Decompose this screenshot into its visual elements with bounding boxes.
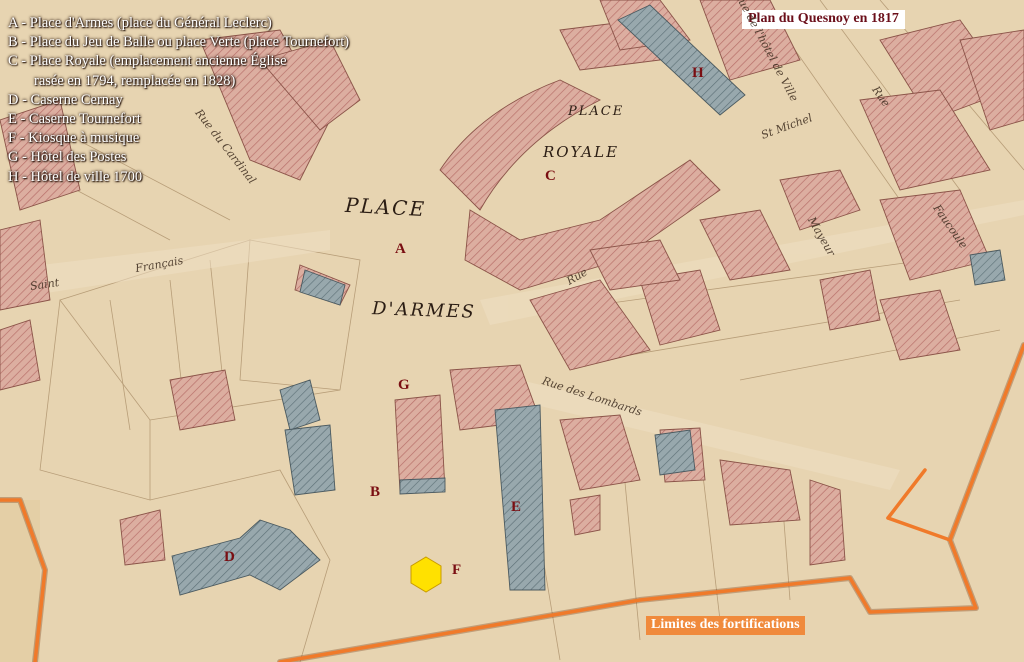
map-title: Plan du Quesnoy en 1817 [742,10,905,29]
legend-item-g: G - Hôtel des Postes [8,149,127,166]
place-armes-label-2: D'ARMES [371,298,477,323]
marker-e: E [511,499,522,515]
marker-g: G [398,377,410,393]
legend-item-e: E - Caserne Tournefort [8,111,141,128]
place-royale-label-1: PLACE [568,104,625,119]
marker-a: A [395,241,406,257]
legend-item-d: D - Caserne Cernay [8,91,123,108]
legend-item-h: H - Hôtel de ville 1700 [8,168,143,185]
legend: A - Place d'Armes (place du Général Lecl… [8,14,349,187]
legend-item-c-cont: rasée en 1794, remplacée en 1828) [34,72,236,89]
place-armes-label-1: PLACE [344,192,427,222]
legend-item-f: F - Kiosque à musique [8,130,140,147]
marker-h: H [692,65,704,81]
legend-item-c: C - Place Royale (emplacement ancienne É… [8,53,287,70]
marker-f: F [452,562,462,578]
marker-b: B [370,484,381,500]
fortifications-label: Limites des fortifications [646,616,805,635]
marker-c: C [545,168,556,184]
legend-item-b: B - Place du Jeu de Balle ou place Verte… [8,34,350,51]
marker-d: D [224,549,235,565]
place-royale-label-2: ROYALE [543,143,620,161]
outer-area-left [0,500,40,662]
historic-map: A - Place d'Armes (place du Général Lecl… [0,0,1024,662]
legend-item-a: A - Place d'Armes (place du Général Lecl… [8,15,272,31]
